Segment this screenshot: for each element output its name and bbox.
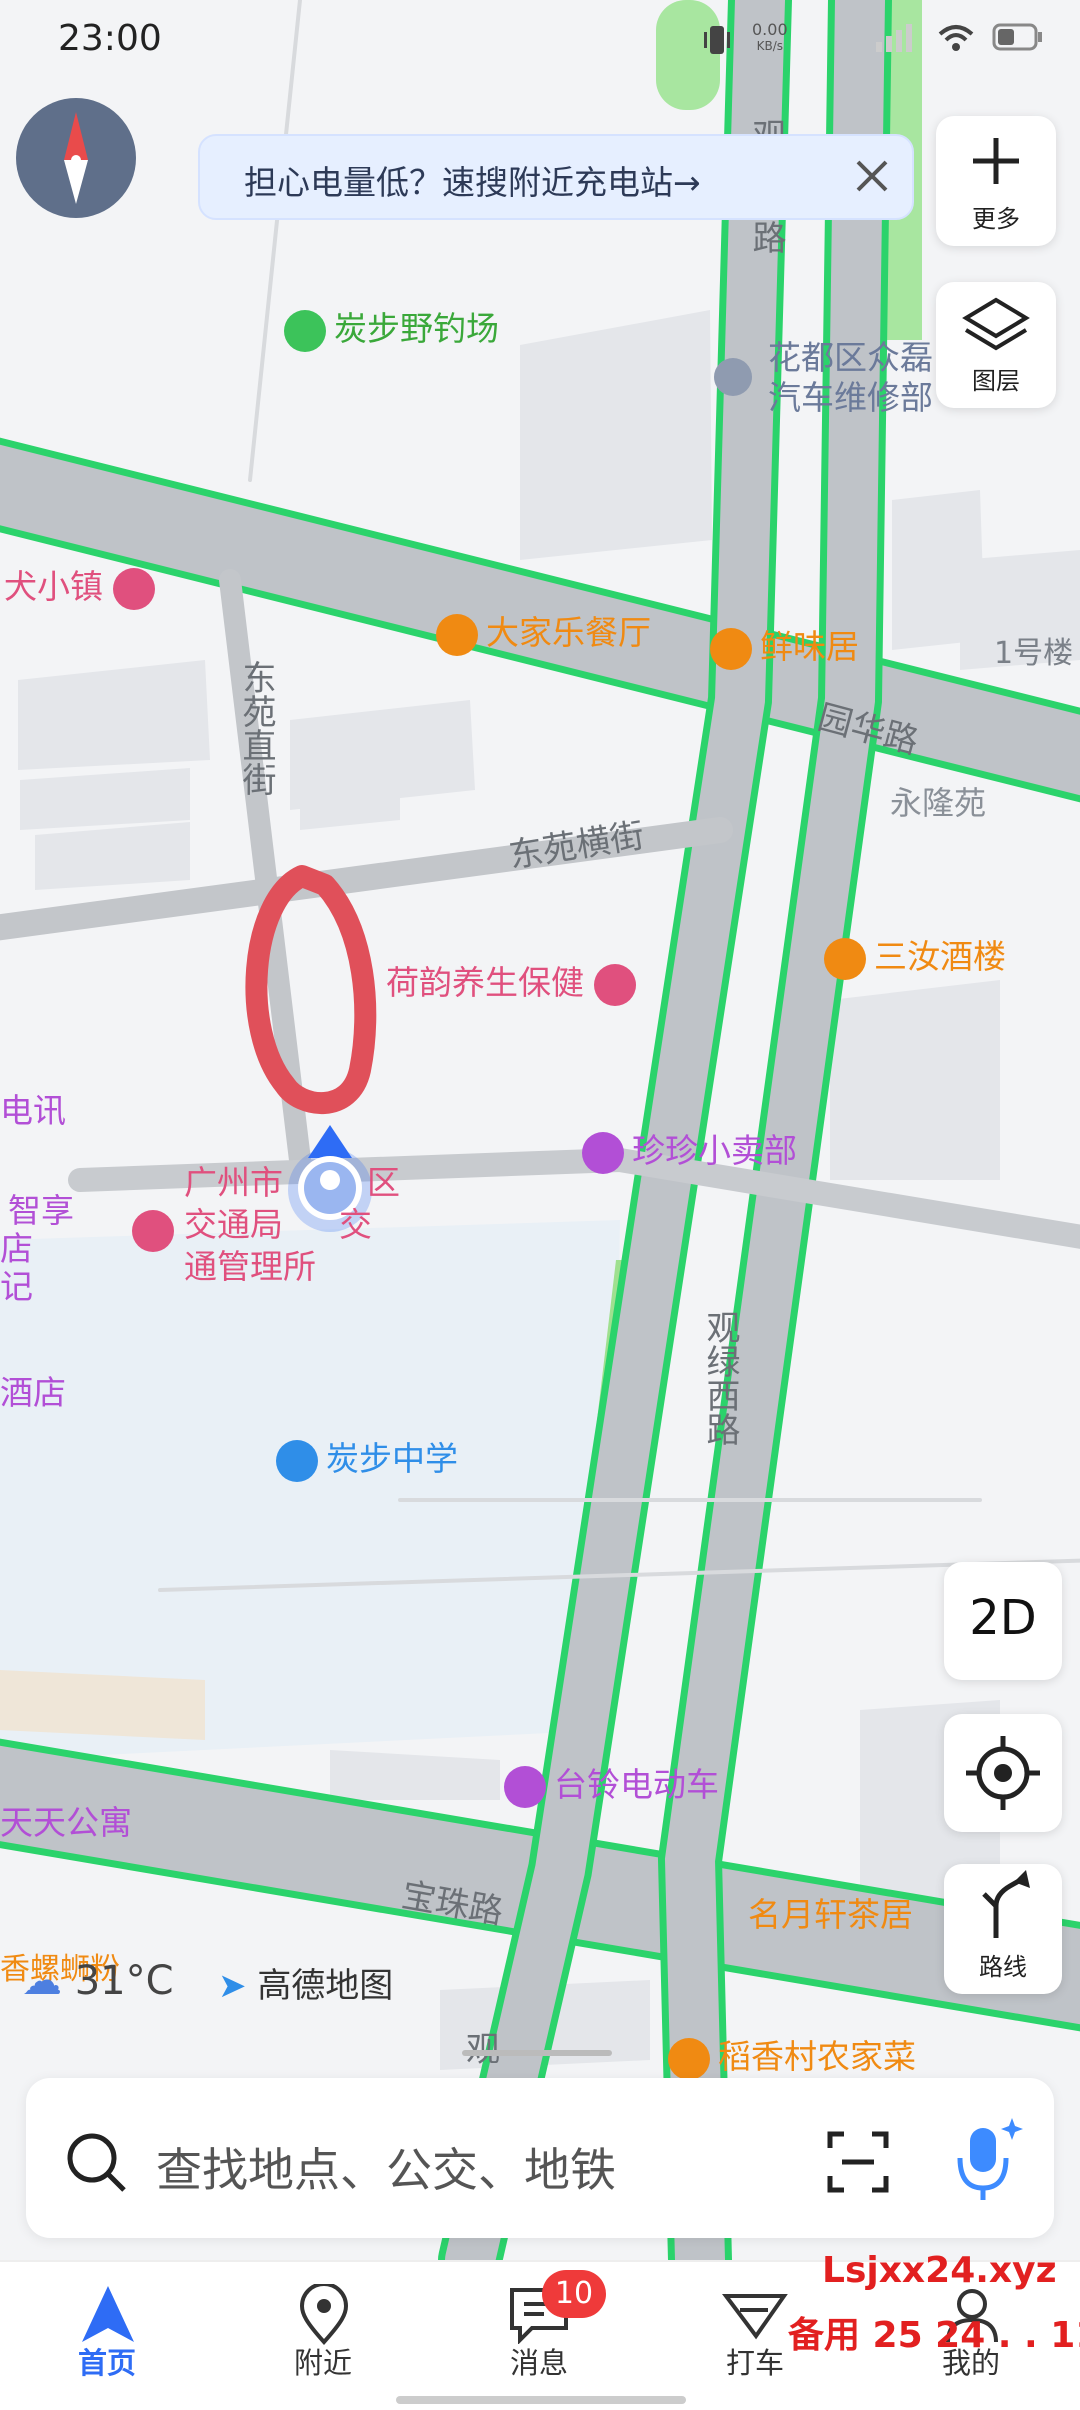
restaurant-icon — [436, 613, 478, 656]
poi-tailing[interactable]: 台铃电动车 — [504, 1758, 719, 1808]
poi-zhenzhen[interactable]: 珍珍小卖部 — [582, 1124, 797, 1174]
view-mode-button[interactable]: 2D — [944, 1562, 1062, 1680]
school-icon — [276, 1439, 318, 1482]
poi-tiantian[interactable]: 天天公寓 — [0, 1796, 132, 1844]
watermark-line-2: 备用 25 24 . . 11 — [788, 2315, 1080, 2356]
fork-knife-icon — [668, 2037, 710, 2080]
view-mode-label: 2D — [969, 1590, 1037, 1646]
unread-badge: 10 — [542, 2270, 606, 2318]
cloud-icon: ☁ — [22, 1958, 62, 2004]
location-pin-icon — [299, 2284, 349, 2345]
poi-zhixiang[interactable]: 智享店记 — [0, 1192, 74, 1306]
battery-icon — [992, 23, 1042, 51]
voice-mic-icon[interactable] — [948, 2116, 1028, 2206]
home-indicator[interactable] — [396, 2396, 686, 2404]
tab-home[interactable]: 首页 — [32, 2276, 182, 2396]
poi-mingyuexuan[interactable]: 名月轩茶居 — [748, 1888, 913, 1936]
poi-telecom[interactable]: 电讯 — [0, 1084, 66, 1132]
tab-nearby[interactable]: 附近 — [248, 2276, 398, 2396]
poi-building-1[interactable]: 1号楼 — [994, 628, 1073, 672]
compass-button[interactable] — [16, 98, 136, 218]
status-bar: 23:00 0.00 KB/s — [0, 0, 1080, 80]
banner-text[interactable]: 担心电量低？速搜附近充电站→ — [244, 156, 701, 204]
scan-icon[interactable] — [826, 2130, 890, 2194]
map-view[interactable]: 观绿西路 园华路 东苑直街 东苑横街 观绿西路 宝珠路 观 炭步野钓场 花都区众… — [0, 0, 1080, 2260]
locate-me-button[interactable] — [944, 1714, 1062, 1832]
status-time: 23:00 — [58, 18, 162, 59]
plus-icon — [973, 138, 1019, 184]
tab-messages[interactable]: 10 消息 — [464, 2270, 614, 2396]
poi-traffic-management[interactable]: 广州市区 交通局交 通管理所 — [132, 1162, 400, 1288]
close-icon[interactable] — [850, 154, 894, 198]
weather-widget[interactable]: ☁ 31°C — [22, 1958, 174, 2004]
poi-fishing[interactable]: 炭步野钓场 — [284, 302, 499, 352]
poi-yonglongyuan[interactable]: 永隆苑 — [890, 778, 986, 824]
shopping-cart-icon — [582, 1131, 624, 1174]
crosshair-icon — [966, 1736, 1040, 1810]
more-button[interactable]: 更多 — [936, 116, 1056, 246]
sheet-handle[interactable] — [462, 2050, 612, 2056]
wifi-icon — [938, 25, 974, 51]
layers-icon — [962, 297, 1030, 351]
network-speed: 0.00 KB/s — [752, 20, 788, 54]
search-icon — [67, 2133, 126, 2192]
car-icon — [714, 358, 752, 396]
amap-plane-icon: ➤ — [218, 1966, 247, 2006]
compass-icon — [64, 112, 88, 204]
poi-school[interactable]: 炭步中学 — [276, 1432, 458, 1482]
route-icon — [982, 1870, 1030, 1938]
road-label-dongyuan-zhi: 东苑直街 — [236, 660, 276, 796]
vibrate-icon — [702, 24, 732, 56]
route-label: 路线 — [979, 1953, 1027, 1981]
poi-car-repair[interactable]: 花都区众磊 汽车维修部 — [714, 338, 933, 418]
amap-logo: ➤ 高德地图 — [218, 1966, 394, 2006]
watermark-line-1: Lsjxx24.xyz — [822, 2250, 1057, 2291]
spa-icon — [594, 963, 636, 1006]
poi-pet-town[interactable]: 犬小镇 — [4, 560, 163, 610]
layers-button[interactable]: 图层 — [936, 282, 1056, 408]
cherry-icon — [284, 309, 326, 352]
poi-sanru[interactable]: 三汝酒楼 — [824, 930, 1006, 980]
star-icon — [132, 1210, 174, 1252]
cat-icon — [113, 567, 155, 610]
taxi-icon — [722, 2294, 788, 2340]
poi-hotel[interactable]: 酒店 — [0, 1366, 66, 1414]
route-button[interactable]: 路线 — [944, 1864, 1062, 1994]
cell-signal-icon — [876, 24, 912, 52]
restaurant-icon — [824, 937, 866, 980]
search-input[interactable]: 查找地点、公交、地铁 — [156, 2134, 616, 2200]
poi-heyun[interactable]: 荷韵养生保健 — [386, 956, 644, 1006]
road-label-guanlv-mid: 观绿西路 — [700, 1310, 740, 1446]
poi-daoxiangcun[interactable]: 稻香村农家菜 — [668, 2030, 916, 2080]
navigation-arrow-icon — [82, 2286, 134, 2342]
layers-label: 图层 — [972, 367, 1020, 395]
more-label: 更多 — [972, 205, 1020, 233]
restaurant-icon — [710, 627, 752, 670]
road-label-guan-bottom: 观 — [466, 2022, 500, 2071]
poi-dajiale[interactable]: 大家乐餐厅 — [436, 606, 651, 656]
poi-xianweiju[interactable]: 鲜味居 — [710, 620, 859, 670]
search-bar[interactable]: 查找地点、公交、地铁 — [26, 2078, 1054, 2238]
charging-station-banner[interactable]: 担心电量低？速搜附近充电站→ — [198, 134, 914, 220]
shop-icon — [504, 1765, 546, 1808]
